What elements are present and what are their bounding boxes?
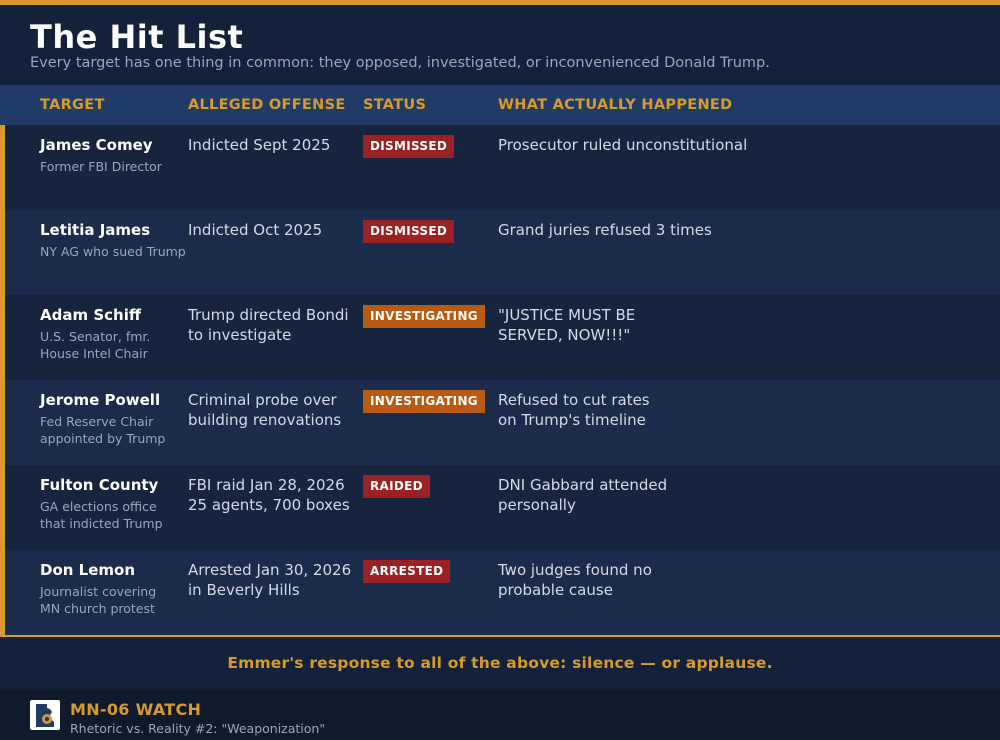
response-text: Emmer's response to all of the above: si… (227, 654, 773, 672)
target-role: Fed Reserve Chair appointed by Trump (40, 414, 166, 446)
column-header-target: TARGET (40, 97, 105, 113)
target-name: Letitia James (40, 221, 151, 239)
target-role: NY AG who sued Trump (40, 244, 186, 259)
table-row: Adam Schiff U.S. Senator, fmr. House Int… (0, 295, 1000, 380)
what-happened: DNI Gabbard attended personally (498, 476, 668, 514)
column-header-offense: ALLEGED OFFENSE (188, 97, 346, 113)
footer: MN-06 WATCH Rhetoric vs. Reality #2: "We… (0, 690, 1000, 740)
status-badge: ARRESTED (363, 560, 451, 583)
what-happened: Prosecutor ruled unconstitutional (498, 136, 748, 154)
page-header: The Hit List Every target has one thing … (0, 5, 1000, 85)
brand-name: MN-06 WATCH (70, 700, 202, 719)
status-badge: INVESTIGATING (363, 305, 485, 328)
column-header-happened: WHAT ACTUALLY HAPPENED (498, 97, 733, 113)
status-badge: DISMISSED (363, 135, 455, 158)
column-header-status: STATUS (363, 97, 427, 113)
page-title: The Hit List (30, 18, 244, 56)
status-badge: RAIDED (363, 475, 430, 498)
target-name: James Comey (40, 136, 153, 154)
status-badge: DISMISSED (363, 220, 455, 243)
alleged-offense: Arrested Jan 30, 2026 in Beverly Hills (188, 561, 352, 599)
table-row: Don Lemon Journalist covering MN church … (0, 550, 1000, 635)
brand-tagline: Rhetoric vs. Reality #2: "Weaponization" (70, 721, 326, 736)
alleged-offense: FBI raid Jan 28, 2026 25 agents, 700 box… (188, 476, 350, 514)
target-role: Former FBI Director (40, 159, 162, 174)
alleged-offense: Trump directed Bondi to investigate (188, 306, 349, 344)
table-row: Jerome Powell Fed Reserve Chair appointe… (0, 380, 1000, 465)
alleged-offense: Indicted Sept 2025 (188, 136, 331, 154)
status-badge: INVESTIGATING (363, 390, 485, 413)
page-subtitle: Every target has one thing in common: th… (30, 55, 770, 71)
target-name: Fulton County (40, 476, 159, 494)
what-happened: Grand juries refused 3 times (498, 221, 712, 239)
what-happened: "JUSTICE MUST BE SERVED, NOW!!!" (498, 306, 636, 344)
target-name: Adam Schiff (40, 306, 141, 324)
target-role: U.S. Senator, fmr. House Intel Chair (40, 329, 151, 361)
left-accent-bar (0, 125, 5, 635)
minnesota-map-icon (30, 700, 60, 730)
alleged-offense: Indicted Oct 2025 (188, 221, 323, 239)
alleged-offense: Criminal probe over building renovations (188, 391, 342, 429)
table-body: James Comey Former FBI Director Indicted… (0, 125, 1000, 635)
table-header: TARGET ALLEGED OFFENSE STATUS WHAT ACTUA… (0, 85, 1000, 125)
target-name: Jerome Powell (40, 391, 161, 409)
table-row: Letitia James NY AG who sued Trump Indic… (0, 210, 1000, 295)
target-role: GA elections office that indicted Trump (40, 499, 163, 531)
what-happened: Refused to cut rates on Trump's timeline (498, 391, 650, 429)
response-banner: Emmer's response to all of the above: si… (0, 637, 1000, 690)
target-name: Don Lemon (40, 561, 136, 579)
target-role: Journalist covering MN church protest (40, 584, 157, 616)
what-happened: Two judges found no probable cause (498, 561, 652, 599)
table-row: James Comey Former FBI Director Indicted… (0, 125, 1000, 210)
table-row: Fulton County GA elections office that i… (0, 465, 1000, 550)
